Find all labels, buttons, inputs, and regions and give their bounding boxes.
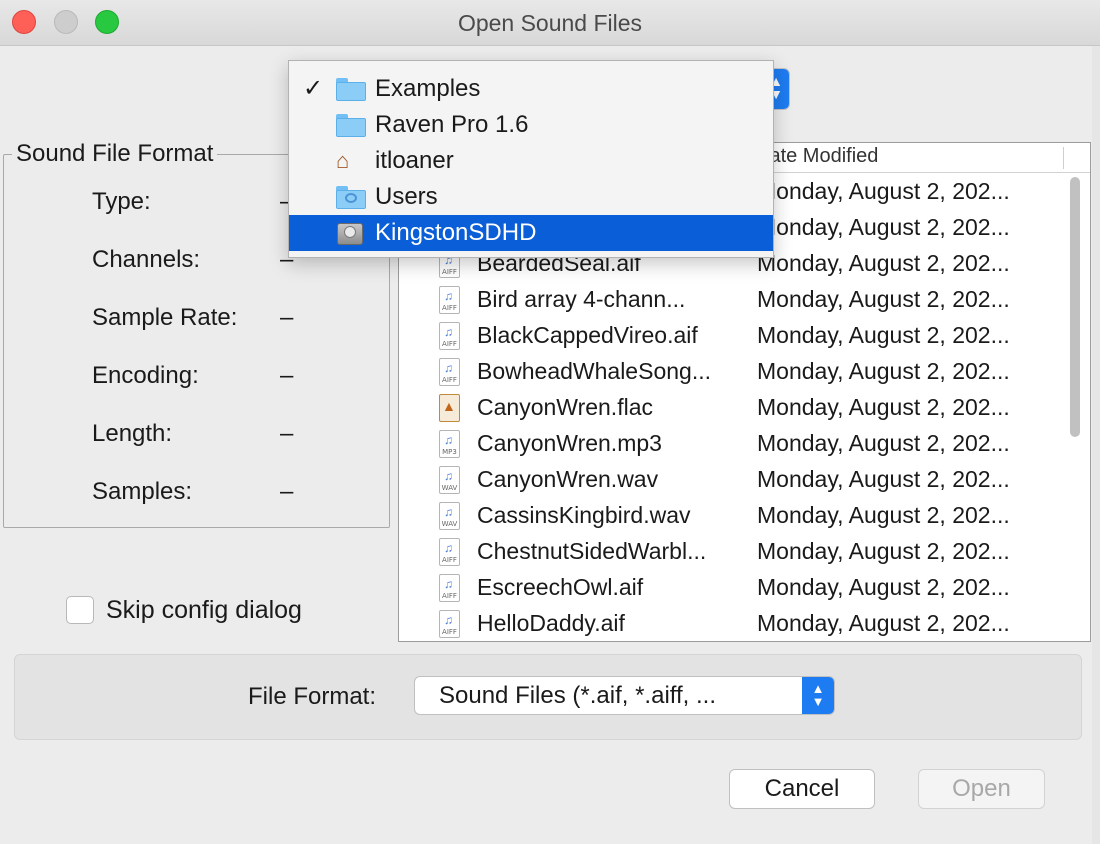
audio-file-icon: ♫ AIFF <box>439 610 460 638</box>
home-icon: ⌂ <box>336 148 350 173</box>
file-date-modified: Monday, August 2, 202... <box>757 538 1010 564</box>
file-name: BowheadWhaleSong... <box>477 358 711 384</box>
skip-config-label[interactable]: Skip config dialog <box>106 596 302 625</box>
column-separator <box>1063 147 1064 169</box>
flac-file-icon: ▲ <box>439 394 460 422</box>
table-row[interactable]: ♫ WAV CassinsKingbird.wav Monday, August 2,… <box>399 499 1069 535</box>
file-list-scrollbar[interactable] <box>1070 175 1082 641</box>
length-value: – <box>280 420 294 447</box>
samples-value: – <box>280 478 294 505</box>
menu-item-kingstonsdhd[interactable]: KingstonSDHD <box>289 215 773 251</box>
skip-config-checkbox[interactable] <box>66 596 94 624</box>
file-name: HelloDaddy.aif <box>477 610 625 636</box>
table-row[interactable]: ♫ MP3 CanyonWren.mp3 Monday, August 2, 202.… <box>399 427 1069 463</box>
table-row[interactable]: ♫ AIFF EscreechOwl.aif Monday, August 2, 20… <box>399 571 1069 607</box>
samples-label: Samples: <box>92 478 193 505</box>
menu-item-examples[interactable]: ✓ Examples <box>289 71 773 107</box>
audio-file-icon: ♫ AIFF <box>439 322 460 350</box>
audio-file-icon: ♫ WAV <box>439 502 460 530</box>
menu-item-itloaner[interactable]: ⌂ itloaner <box>289 143 773 179</box>
file-name: CanyonWren.flac <box>477 394 653 420</box>
menu-item-label: Raven Pro 1.6 <box>375 111 529 138</box>
table-row[interactable]: ♫ AIFF ChestnutSidedWarbl... Monday, August… <box>399 535 1069 571</box>
table-row[interactable]: ▲ CanyonWren.flac Monday, August 2, 202... <box>399 391 1069 427</box>
file-name: BlackCappedVireo.aif <box>477 322 698 348</box>
drive-icon <box>336 222 366 246</box>
file-date-modified: Monday, August 2, 202... <box>757 250 1010 276</box>
file-date-modified: Monday, August 2, 202... <box>757 610 1010 636</box>
sample-rate-label: Sample Rate: <box>92 304 238 331</box>
table-row[interactable]: ♫ AIFF Bird array 4-chann... Monday, August… <box>399 283 1069 319</box>
window-title: Open Sound Files <box>457 10 643 36</box>
audio-file-icon: ♫ AIFF <box>439 286 460 314</box>
menu-item-label: itloaner <box>375 147 454 174</box>
length-label: Length: <box>92 420 173 447</box>
file-name: CanyonWren.mp3 <box>477 430 662 456</box>
folder-icon <box>336 78 366 102</box>
file-date-modified: Monday, August 2, 202... <box>757 502 1010 528</box>
file-date-modified: Monday, August 2, 202... <box>757 178 1010 204</box>
file-format-value: Sound Files (*.aif, *.aiff, ... <box>439 682 717 709</box>
file-name: CassinsKingbird.wav <box>477 502 691 528</box>
file-format-select[interactable]: Sound Files (*.aif, *.aiff, ... ▲ ▼ <box>414 676 835 715</box>
scrollbar-thumb[interactable] <box>1070 177 1080 437</box>
file-format-label: File Format: <box>248 683 377 710</box>
users-folder-icon <box>336 186 366 210</box>
menu-item-users[interactable]: Users <box>289 179 773 215</box>
file-format-stepper-icon: ▲ ▼ <box>802 677 834 714</box>
audio-file-icon: ♫ AIFF <box>439 538 460 566</box>
channels-label: Channels: <box>92 246 201 273</box>
sound-file-format-title: Sound File Format <box>12 140 218 168</box>
file-date-modified: Monday, August 2, 202... <box>757 214 1010 240</box>
audio-file-icon: ♫ AIFF <box>439 574 460 602</box>
audio-file-icon: ♫ AIFF <box>439 358 460 386</box>
open-button[interactable]: Open <box>918 769 1045 809</box>
file-date-modified: Monday, August 2, 202... <box>757 286 1010 312</box>
encoding-value: – <box>280 362 294 389</box>
file-date-modified: Monday, August 2, 202... <box>757 466 1010 492</box>
table-row[interactable]: ♫ AIFF BlackCappedVireo.aif Monday, August … <box>399 319 1069 355</box>
cancel-button[interactable]: Cancel <box>729 769 875 809</box>
file-name: EscreechOwl.aif <box>477 574 644 600</box>
sample-rate-value: – <box>280 304 294 331</box>
type-label: Type: <box>92 188 151 215</box>
file-date-modified: Monday, August 2, 202... <box>757 574 1010 600</box>
folder-icon <box>336 114 366 138</box>
window-edge <box>1092 46 1100 844</box>
audio-file-icon: ♫ MP3 <box>439 430 460 458</box>
file-name: ChestnutSidedWarbl... <box>477 538 707 564</box>
table-row[interactable]: ♫ AIFF BowheadWhaleSong... Monday, August 2… <box>399 355 1069 391</box>
check-mark-icon: ✓ <box>303 75 324 102</box>
title-bar: Open Sound Files <box>0 0 1100 46</box>
menu-item-label: Examples <box>375 75 481 102</box>
table-row[interactable]: ♫ WAV CanyonWren.wav Monday, August 2, 202.… <box>399 463 1069 499</box>
encoding-label: Encoding: <box>92 362 199 389</box>
location-menu: ✓ Examples Raven Pro 1.6 ⌂ itloaner User… <box>288 60 774 258</box>
audio-file-icon: ♫ WAV <box>439 466 460 494</box>
file-date-modified: Monday, August 2, 202... <box>757 358 1010 384</box>
file-date-modified: Monday, August 2, 202... <box>757 430 1010 456</box>
file-name: Bird array 4-chann... <box>477 286 686 312</box>
table-row[interactable]: ♫ AIFF HelloDaddy.aif Monday, August 2, 202… <box>399 607 1069 641</box>
file-date-modified: Monday, August 2, 202... <box>757 394 1010 420</box>
menu-item-label: Users <box>375 183 438 210</box>
file-name: CanyonWren.wav <box>477 466 659 492</box>
menu-item-raven-pro[interactable]: Raven Pro 1.6 <box>289 107 773 143</box>
menu-item-label: KingstonSDHD <box>375 219 537 246</box>
file-date-modified: Monday, August 2, 202... <box>757 322 1010 348</box>
